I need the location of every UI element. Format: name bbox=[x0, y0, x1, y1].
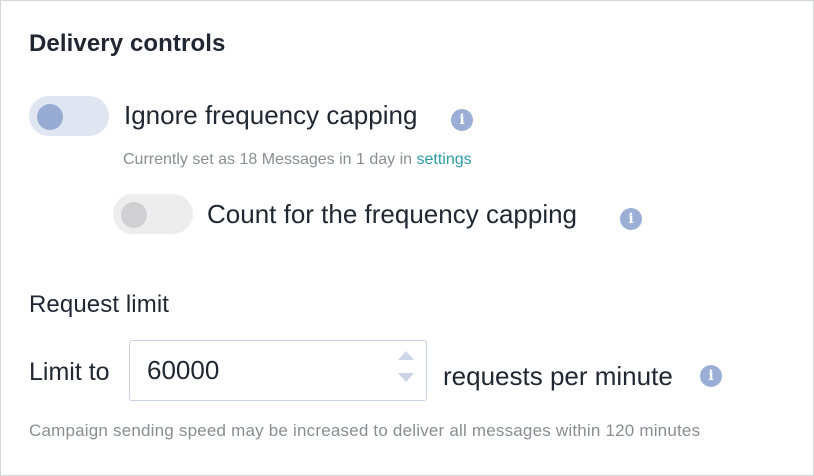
toggle-knob bbox=[121, 202, 147, 228]
settings-link[interactable]: settings bbox=[416, 151, 471, 168]
count-frequency-capping-toggle[interactable] bbox=[113, 194, 193, 234]
count-frequency-capping-label: Count for the frequency capping bbox=[207, 199, 578, 229]
ignore-frequency-capping-toggle[interactable] bbox=[29, 96, 109, 136]
increment-arrow-icon[interactable] bbox=[398, 351, 414, 360]
sending-speed-footnote: Campaign sending speed may be increased … bbox=[29, 421, 701, 440]
requests-per-minute-label: requests per minute bbox=[443, 361, 673, 391]
delivery-controls-panel: Delivery controls Ignore frequency cappi… bbox=[0, 0, 814, 476]
info-icon[interactable]: i bbox=[451, 109, 473, 131]
info-icon[interactable]: i bbox=[700, 365, 722, 387]
limit-to-label: Limit to bbox=[29, 358, 110, 386]
request-limit-input[interactable] bbox=[147, 355, 387, 385]
decrement-arrow-icon[interactable] bbox=[398, 373, 414, 382]
request-limit-title: Request limit bbox=[29, 291, 170, 318]
request-limit-stepper bbox=[129, 340, 427, 401]
frequency-capping-hint: Currently set as 18 Messages in 1 day in… bbox=[123, 151, 472, 169]
delivery-controls-title: Delivery controls bbox=[29, 30, 226, 57]
toggle-knob bbox=[37, 104, 63, 130]
ignore-frequency-capping-label: Ignore frequency capping bbox=[124, 100, 418, 130]
info-icon[interactable]: i bbox=[620, 208, 642, 230]
hint-text: Currently set as 18 Messages in 1 day in bbox=[123, 151, 417, 168]
